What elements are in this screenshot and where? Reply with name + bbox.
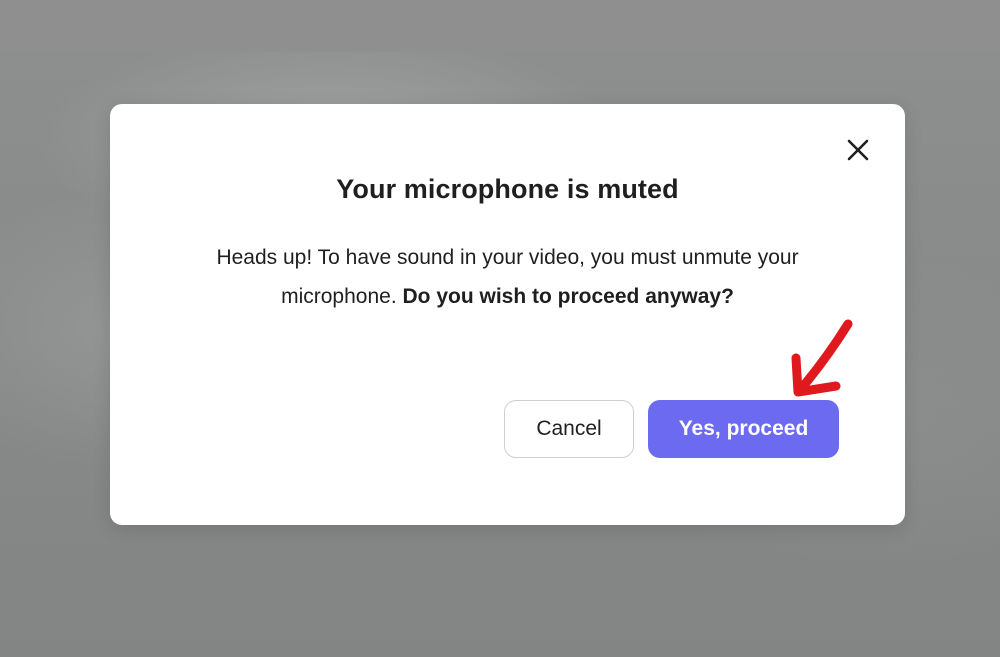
page: Your microphone is muted Heads up! To ha… xyxy=(0,0,1000,657)
top-bar xyxy=(0,0,1000,52)
close-button[interactable] xyxy=(844,136,872,164)
mute-warning-dialog: Your microphone is muted Heads up! To ha… xyxy=(110,104,905,525)
dialog-message: Heads up! To have sound in your video, y… xyxy=(170,238,845,316)
close-icon xyxy=(847,139,869,161)
dialog-message-emphasis: Do you wish to proceed anyway? xyxy=(402,285,734,308)
dialog-title: Your microphone is muted xyxy=(336,174,679,204)
cancel-button[interactable]: Cancel xyxy=(504,400,634,458)
confirm-button[interactable]: Yes, proceed xyxy=(648,400,839,458)
